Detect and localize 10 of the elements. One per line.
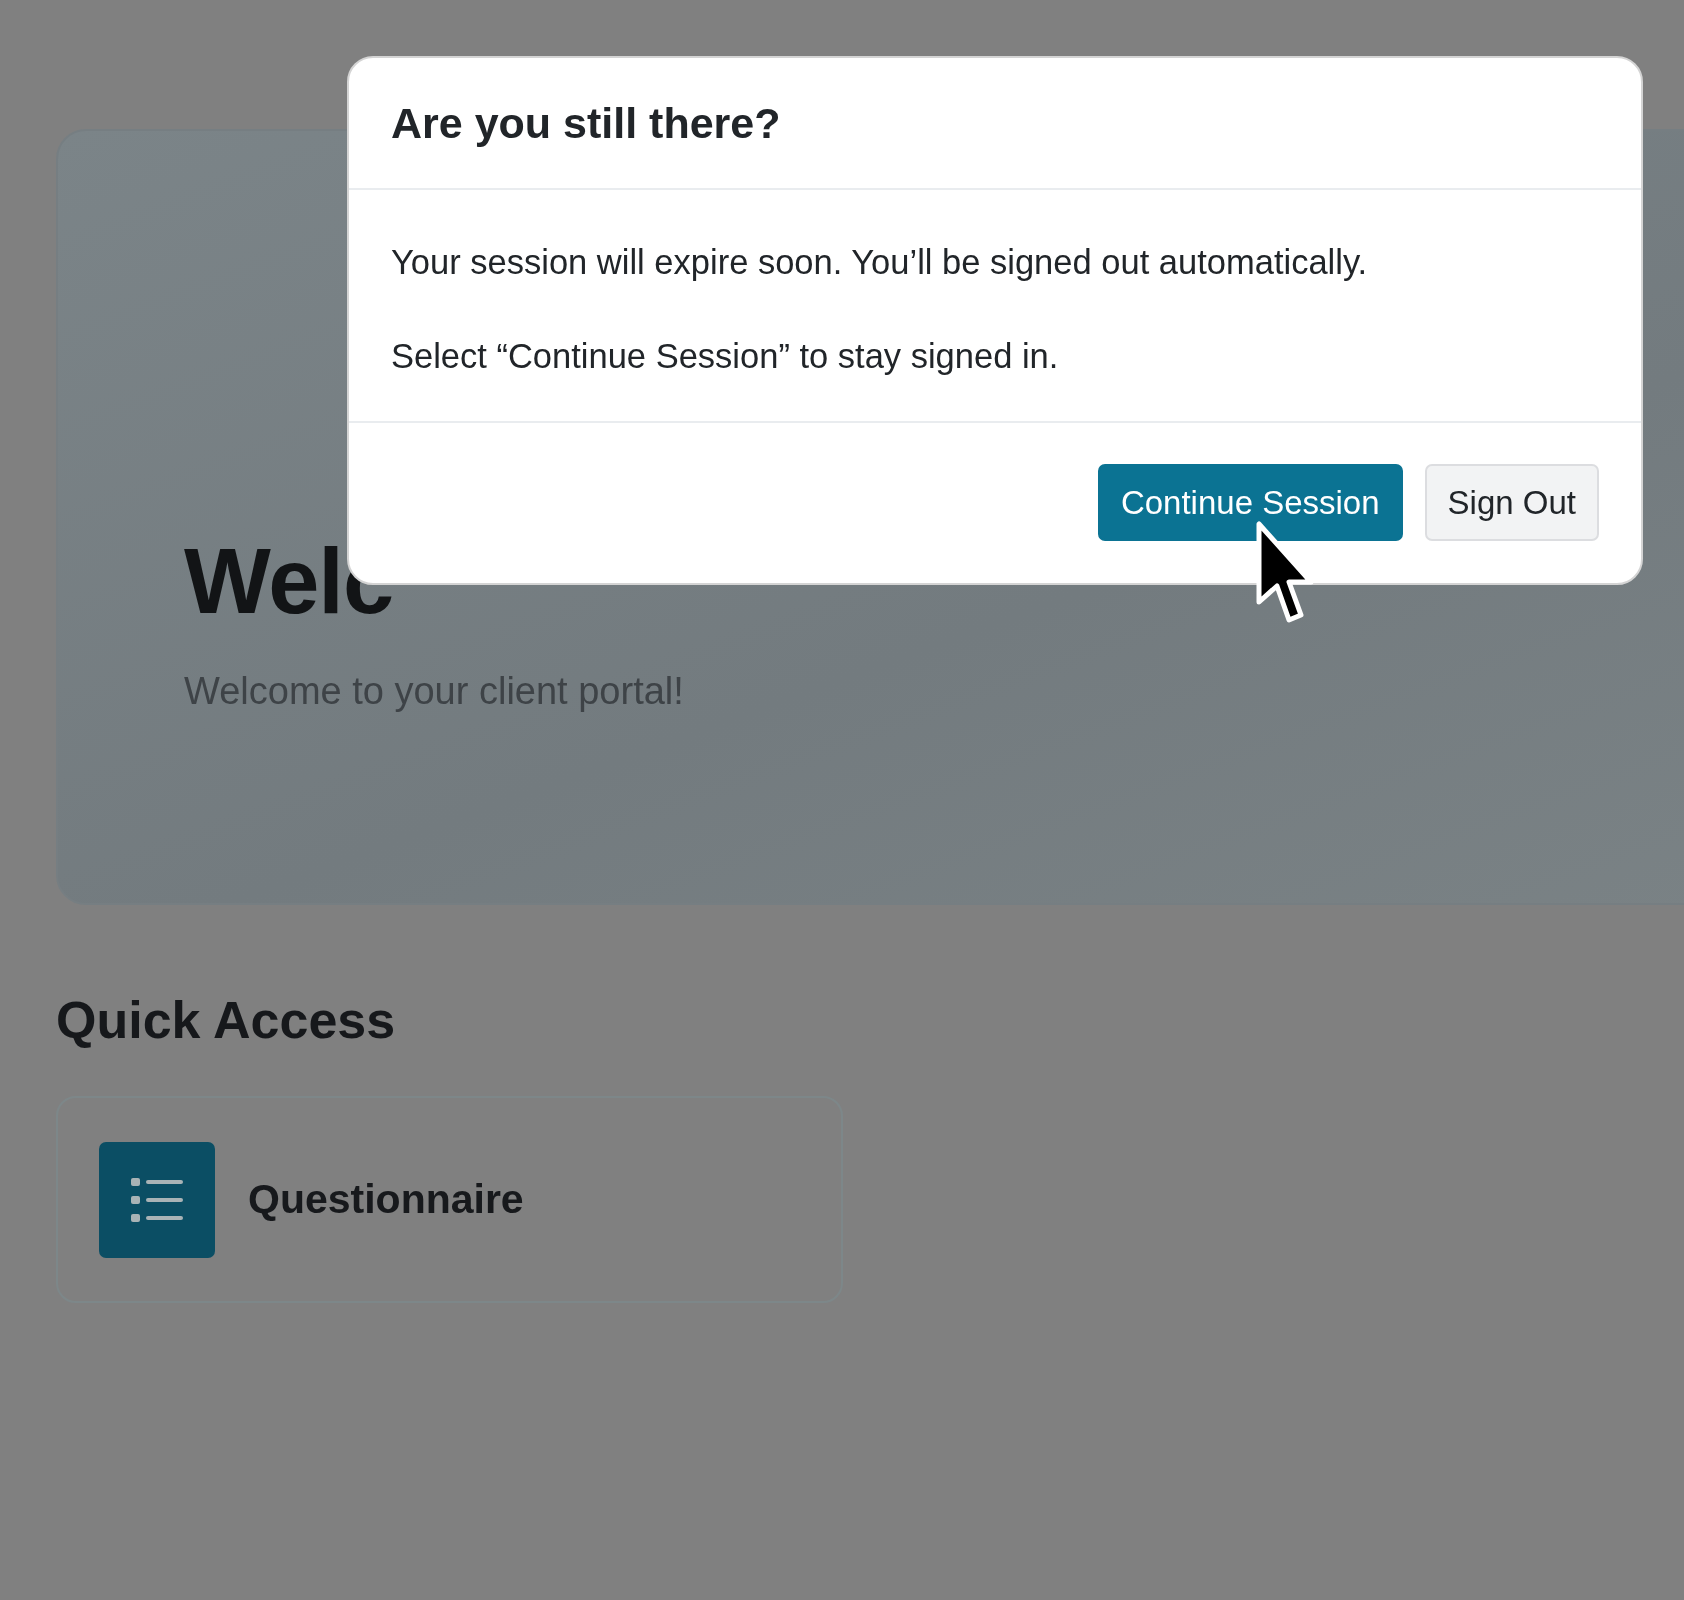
quick-access-card[interactable]: Questionnaire bbox=[56, 1096, 843, 1303]
continue-button[interactable]: Continue Session bbox=[1097, 464, 1403, 541]
dialog-title: Are you still there? bbox=[391, 98, 781, 148]
dialog-message: Your session will expire soon. You’ll be signed out automatically. bbox=[391, 242, 1368, 282]
list-icon bbox=[99, 1141, 215, 1258]
dialog-message: Select “Continue Session” to stay signed in. bbox=[391, 336, 1059, 376]
section-heading: Quick Access bbox=[56, 990, 396, 1050]
sign-out-button[interactable]: Sign Out bbox=[1424, 464, 1599, 541]
hero-subtitle: Welcome to your client portal! bbox=[184, 670, 684, 714]
card-label: Questionnaire bbox=[248, 1176, 524, 1223]
